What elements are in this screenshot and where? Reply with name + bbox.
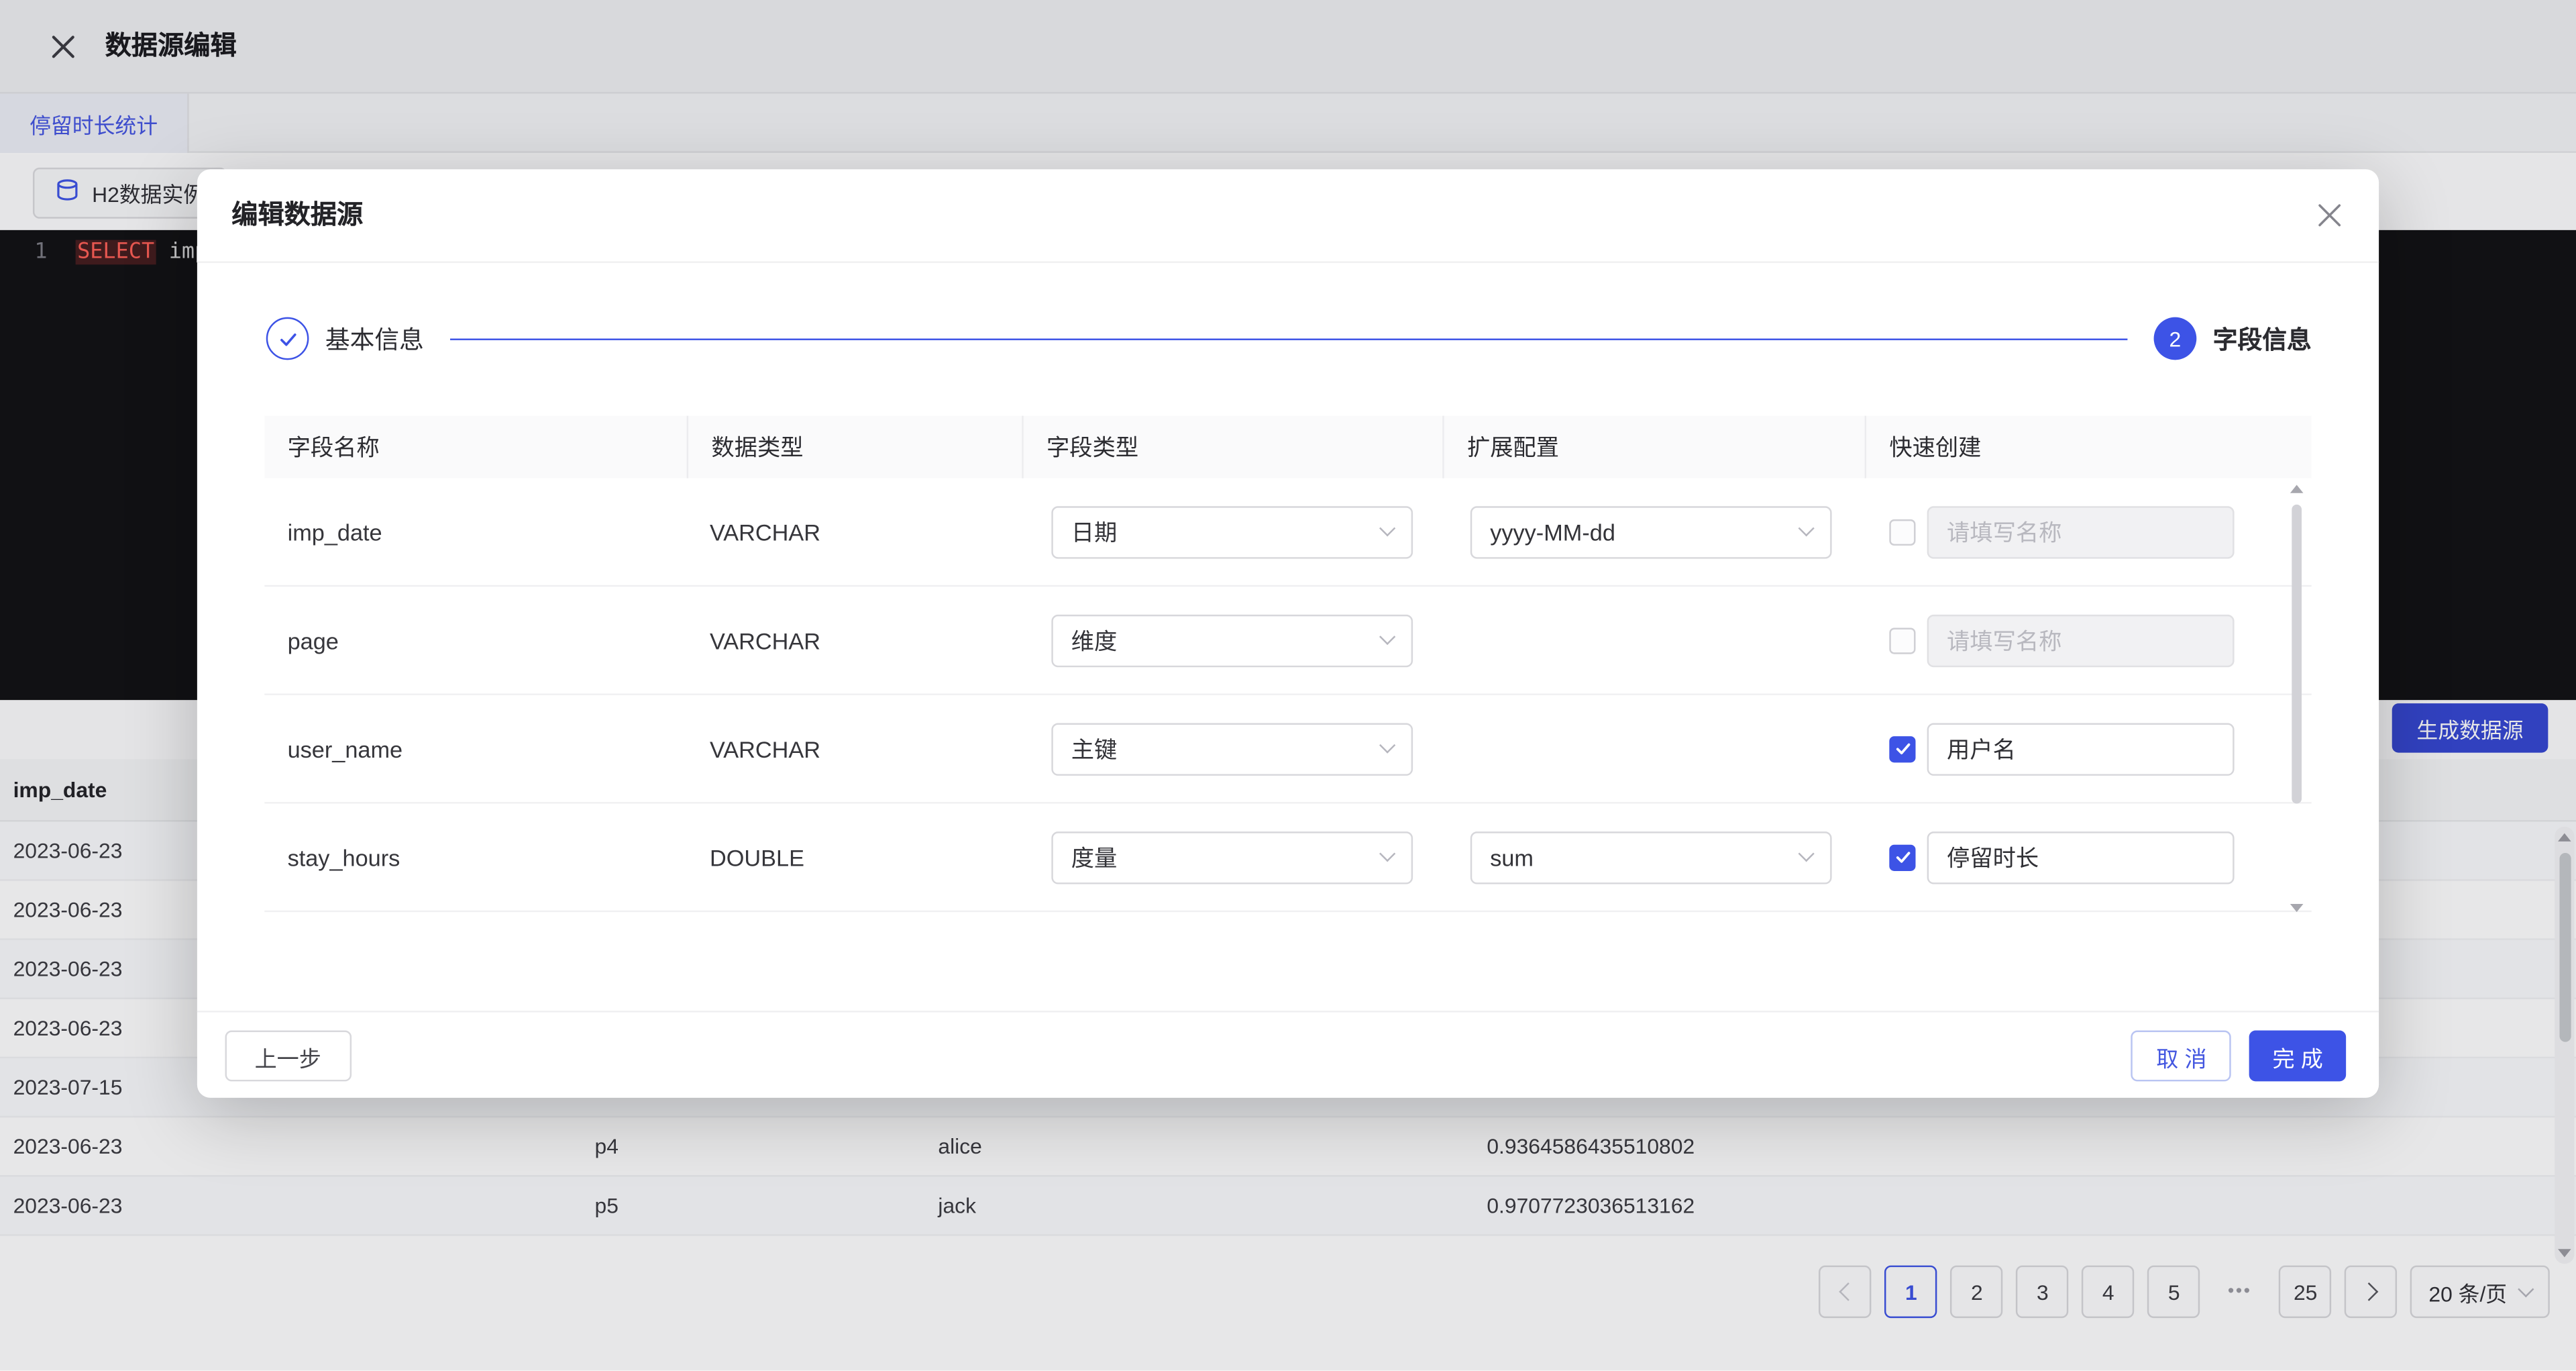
select-value: yyyy-MM-dd — [1490, 519, 1615, 545]
field-name-cell: imp_date — [264, 519, 686, 545]
quick-create-checkbox[interactable] — [1889, 627, 1915, 653]
field-table: 字段名称 数据类型 字段类型 扩展配置 快速创建 imp_date VARCHA… — [264, 416, 2311, 913]
steps-bar: 基本信息 2 字段信息 — [266, 297, 2312, 379]
quick-create-name-input[interactable] — [1927, 505, 2235, 558]
select-value: 度量 — [1071, 841, 1118, 874]
step-connector — [450, 338, 2127, 339]
step-number: 2 — [2154, 317, 2197, 360]
quick-create-cell — [1865, 505, 2312, 558]
quick-create-checkbox[interactable] — [1889, 519, 1915, 545]
field-name-cell: stay_hours — [264, 844, 686, 870]
modal-title: 编辑数据源 — [231, 169, 363, 263]
ext-config-select[interactable]: yyyy-MM-dd — [1470, 505, 1832, 558]
select-value: sum — [1490, 844, 1534, 870]
column-header-data-type: 数据类型 — [687, 416, 1022, 478]
chevron-down-icon — [1379, 520, 1395, 536]
cancel-button[interactable]: 取 消 — [2131, 1031, 2231, 1082]
column-header-quick-create: 快速创建 — [1865, 416, 2312, 478]
data-type: DOUBLE — [710, 844, 804, 870]
field-table-scrollbar[interactable] — [2288, 485, 2304, 912]
quick-create-name-input[interactable] — [1927, 722, 2235, 774]
step-label: 字段信息 — [2213, 321, 2312, 356]
ext-config-cell: yyyy-MM-dd — [1442, 505, 1864, 558]
modal-header: 编辑数据源 — [197, 169, 2379, 263]
chevron-down-icon — [1799, 520, 1815, 536]
modal-footer: 上一步 取 消 完 成 — [197, 1011, 2379, 1098]
ext-config-cell: sum — [1442, 831, 1864, 883]
field-name: stay_hours — [288, 844, 400, 870]
data-type-cell: DOUBLE — [687, 844, 1022, 870]
chevron-down-icon — [1379, 846, 1395, 862]
chevron-down-icon — [1379, 629, 1395, 645]
quick-create-name-input[interactable] — [1927, 831, 2235, 883]
data-type-cell: VARCHAR — [687, 735, 1022, 762]
step-field-info[interactable]: 2 字段信息 — [2154, 317, 2312, 360]
field-table-header: 字段名称 数据类型 字段类型 扩展配置 快速创建 — [264, 416, 2311, 478]
field-type-select[interactable]: 度量 — [1051, 831, 1413, 883]
chevron-down-icon — [1379, 737, 1395, 753]
field-type-select[interactable]: 主键 — [1051, 722, 1413, 774]
column-header-field-type: 字段类型 — [1022, 416, 1442, 478]
previous-step-button[interactable]: 上一步 — [225, 1031, 351, 1082]
field-type-select[interactable]: 日期 — [1051, 505, 1413, 558]
field-row: page VARCHAR 维度 — [264, 587, 2311, 695]
field-type-cell: 维度 — [1022, 614, 1442, 666]
field-type-cell: 日期 — [1022, 505, 1442, 558]
column-header-field-name: 字段名称 — [264, 416, 686, 478]
field-row: imp_date VARCHAR 日期 yyyy-MM-dd — [264, 478, 2311, 587]
ext-config-select[interactable]: sum — [1470, 831, 1832, 883]
field-name: user_name — [288, 735, 403, 762]
field-type-select[interactable]: 维度 — [1051, 614, 1413, 666]
select-value: 日期 — [1071, 515, 1118, 548]
finish-button[interactable]: 完 成 — [2249, 1031, 2346, 1082]
field-type-cell: 度量 — [1022, 831, 1442, 883]
field-name: page — [288, 627, 339, 653]
field-name: imp_date — [288, 519, 382, 545]
chevron-down-icon — [1799, 846, 1815, 862]
modal-close-icon[interactable] — [2318, 204, 2341, 227]
column-header-ext-config: 扩展配置 — [1442, 416, 1864, 478]
data-type-cell: VARCHAR — [687, 519, 1022, 545]
field-row: user_name VARCHAR 主键 — [264, 695, 2311, 804]
footer-actions: 取 消 完 成 — [2131, 1031, 2346, 1082]
scrollbar-thumb[interactable] — [2292, 505, 2302, 804]
data-type-cell: VARCHAR — [687, 627, 1022, 653]
scroll-down-icon[interactable] — [2290, 904, 2304, 912]
quick-create-cell — [1865, 831, 2312, 883]
select-value: 维度 — [1071, 623, 1118, 656]
field-name-cell: page — [264, 627, 686, 653]
edit-datasource-modal: 编辑数据源 基本信息 2 字段信息 字段名称 数据类型 字段类型 — [197, 169, 2379, 1098]
data-type: VARCHAR — [710, 735, 820, 762]
quick-create-cell — [1865, 614, 2312, 666]
data-type: VARCHAR — [710, 627, 820, 653]
field-row: stay_hours DOUBLE 度量 sum — [264, 804, 2311, 913]
quick-create-name-input[interactable] — [1927, 614, 2235, 666]
step-label: 基本信息 — [325, 321, 424, 356]
step-basic-info[interactable]: 基本信息 — [266, 317, 424, 360]
quick-create-checkbox[interactable] — [1889, 844, 1915, 870]
field-type-cell: 主键 — [1022, 722, 1442, 774]
field-name-cell: user_name — [264, 735, 686, 762]
quick-create-checkbox[interactable] — [1889, 735, 1915, 762]
select-value: 主键 — [1071, 732, 1118, 765]
scroll-up-icon[interactable] — [2290, 485, 2304, 493]
step-check-icon — [266, 317, 309, 360]
quick-create-cell — [1865, 722, 2312, 774]
data-type: VARCHAR — [710, 519, 820, 545]
